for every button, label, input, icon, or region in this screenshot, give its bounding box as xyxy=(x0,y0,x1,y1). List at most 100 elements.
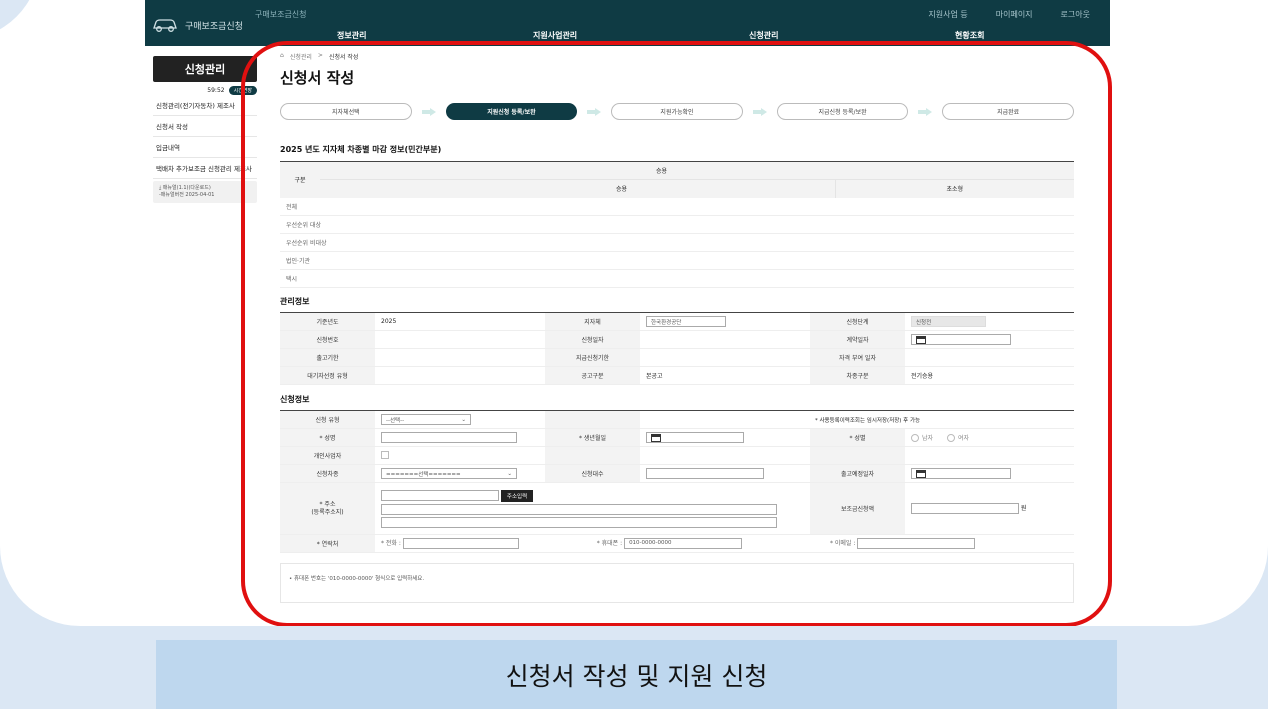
value-release-deadline xyxy=(375,348,545,367)
label-contact: * 연락처 xyxy=(280,534,375,553)
label-local: 지자체 xyxy=(545,312,640,331)
registration-note: * 사용등록이력조회는 임시저장(저장) 후 가능 xyxy=(640,410,1074,429)
value-app-no xyxy=(375,330,545,349)
deadline-row: 택시 xyxy=(280,269,1074,288)
apply-section-title: 신청정보 xyxy=(280,395,310,404)
mobile-field[interactable]: 010-0000-0000 xyxy=(624,538,743,549)
calendar-icon[interactable] xyxy=(916,470,926,478)
label-release-date: 출고예정일자 xyxy=(810,464,905,483)
label-email: * 이메일 : xyxy=(829,540,856,547)
app-window: 구매보조금신청 구매보조금신청 지원사업 등 마이페이지 로그아웃 정보관리 지… xyxy=(145,0,1110,626)
local-gov-field[interactable]: 한국환경공단 xyxy=(646,316,726,327)
label-apply-type: 신청 유형 xyxy=(280,410,375,429)
count-field[interactable] xyxy=(646,468,764,479)
menu-status[interactable]: 현황조회 xyxy=(955,30,984,41)
step-eligibility: 지원가능확인 xyxy=(611,103,743,120)
menu-apply[interactable]: 신청관리 xyxy=(749,30,778,41)
logo[interactable]: 구매보조금신청 xyxy=(151,16,243,34)
footnote-box: • 휴대폰 번호는 '010-0000-0000' 형식으로 입력하세요. xyxy=(280,563,1074,603)
home-icon[interactable]: ⌂ xyxy=(280,52,284,61)
zipcode-field[interactable] xyxy=(381,490,499,501)
calendar-icon[interactable] xyxy=(916,336,926,344)
label-notice-type: 공고구분 xyxy=(545,366,640,385)
menu-program[interactable]: 지원사업관리 xyxy=(533,30,577,41)
label-app-no: 신청번호 xyxy=(280,330,375,349)
extend-time-button[interactable]: 시간연장 xyxy=(228,86,257,95)
breadcrumb-separator: > xyxy=(317,52,323,59)
label-year: 기준년도 xyxy=(280,312,375,331)
address-field[interactable] xyxy=(381,503,777,515)
value-notice-type: 본공고 xyxy=(640,366,810,385)
page-title: 신청서 작성 xyxy=(280,69,355,87)
subsidy-field[interactable] xyxy=(911,503,1019,514)
label-stage: 신청단계 xyxy=(810,312,905,331)
progress-steps: 지자체선택 지원신청 등록/보완 지원가능확인 지급신청 등록/보완 지급완료 xyxy=(280,103,1074,120)
address-detail-field[interactable] xyxy=(381,516,777,528)
label-wait-type: 대기자선정 유형 xyxy=(280,366,375,385)
model-select[interactable]: =======선택======= ⌄ xyxy=(381,468,517,479)
label-app-date: 신청일자 xyxy=(545,330,640,349)
step-payment-register: 지급신청 등록/보완 xyxy=(776,103,909,120)
main-content: ⌂ 신청관리 > 신청서 작성 신청서 작성 지자체선택 지원신청 등록/보완 … xyxy=(280,52,1074,603)
value-car-type: 전기승용 xyxy=(905,366,1074,385)
apply-type-select[interactable]: --선택-- ⌄ xyxy=(381,414,471,425)
top-bar: 구매보조금신청 구매보조금신청 지원사업 등 마이페이지 로그아웃 정보관리 지… xyxy=(145,0,1110,46)
gender-male-label: 남자 xyxy=(922,434,934,442)
util-link-mypage[interactable]: 마이페이지 xyxy=(996,9,1033,20)
contract-date-field[interactable] xyxy=(911,334,1011,345)
deadline-row: 전체 xyxy=(280,197,1074,216)
birth-date-field[interactable] xyxy=(646,432,744,443)
util-link-support[interactable]: 지원사업 등 xyxy=(928,9,967,20)
label-name: * 성명 xyxy=(280,428,375,447)
car-icon xyxy=(153,19,177,32)
manual-download-label: 매뉴얼(1.1)(다운로드) xyxy=(162,185,211,191)
sidebar-item-ev-manage[interactable]: 신청관리(전기자동차) 제조사 xyxy=(153,95,257,116)
label-mobile: * 휴대폰 : xyxy=(596,540,623,547)
empty-label xyxy=(545,446,640,465)
label-model: 신청차종 xyxy=(280,464,375,483)
business-checkbox[interactable] xyxy=(381,450,389,459)
breadcrumb-current: 신청서 작성 xyxy=(328,54,359,61)
address-search-button[interactable]: 주소입력 xyxy=(500,489,534,502)
menu-info[interactable]: 정보관리 xyxy=(337,30,366,41)
chevron-down-icon: ⌄ xyxy=(507,470,512,477)
deadline-col-sub1: 승용 xyxy=(320,179,835,198)
label-business: 개인사업자 xyxy=(280,446,375,465)
email-field[interactable] xyxy=(857,538,976,549)
top-sub-title: 구매보조금신청 xyxy=(255,10,307,19)
value-app-date xyxy=(640,330,810,349)
value-pay-deadline xyxy=(640,348,810,367)
sidebar-item-deposit[interactable]: 입금내역 xyxy=(153,137,257,158)
label-birth: * 생년월일 xyxy=(545,428,640,447)
manual-version: -매뉴얼버전 2025-04-01 xyxy=(159,192,215,198)
footnote-text: • 휴대폰 번호는 '010-0000-0000' 형식으로 입력하세요. xyxy=(289,576,425,582)
step-arrow-icon xyxy=(743,107,777,116)
release-date-field[interactable] xyxy=(911,468,1011,479)
step-arrow-icon xyxy=(577,107,611,116)
deadline-section-title: 2025 년도 지자체 차종별 마감 정보(민간부분) xyxy=(280,145,442,154)
sidebar-item-write[interactable]: 신청서 작성 xyxy=(153,116,257,137)
value-year: 2025 xyxy=(375,312,545,331)
deadline-row: 우선순위 대상 xyxy=(280,215,1074,234)
gender-female-radio[interactable] xyxy=(946,434,955,443)
value-wait-type xyxy=(375,366,545,385)
deadline-col-group: 구분 xyxy=(280,161,320,198)
util-link-logout[interactable]: 로그아웃 xyxy=(1061,9,1090,20)
deadline-col-top: 승용 xyxy=(320,161,1074,180)
label-count: 신청대수 xyxy=(545,464,640,483)
phone-field[interactable] xyxy=(402,538,519,549)
deadline-row: 우선순위 비대상 xyxy=(280,233,1074,252)
manual-download[interactable]: ⤓ 매뉴얼(1.1)(다운로드) -매뉴얼버전 2025-04-01 xyxy=(153,181,257,203)
manage-table: 기준년도 2025 지자체 한국환경공단 신청단계 신청전 신청번호 신청일자 … xyxy=(280,312,1074,385)
calendar-icon[interactable] xyxy=(651,434,661,442)
name-field[interactable] xyxy=(381,432,517,443)
step-complete: 지급완료 xyxy=(942,103,1074,120)
empty-label xyxy=(810,446,905,465)
apply-type-value: --선택-- xyxy=(386,417,405,424)
label-subsidy: 보조금신청액 xyxy=(810,482,905,535)
breadcrumb-item[interactable]: 신청관리 xyxy=(290,52,312,61)
session-time: 59:52 xyxy=(207,87,225,94)
gender-male-radio[interactable] xyxy=(911,434,919,443)
sidebar-title: 신청관리 xyxy=(153,56,257,82)
sidebar-item-delivery[interactable]: 택배차 추가보조금 신청관리 제조사 xyxy=(153,158,257,179)
